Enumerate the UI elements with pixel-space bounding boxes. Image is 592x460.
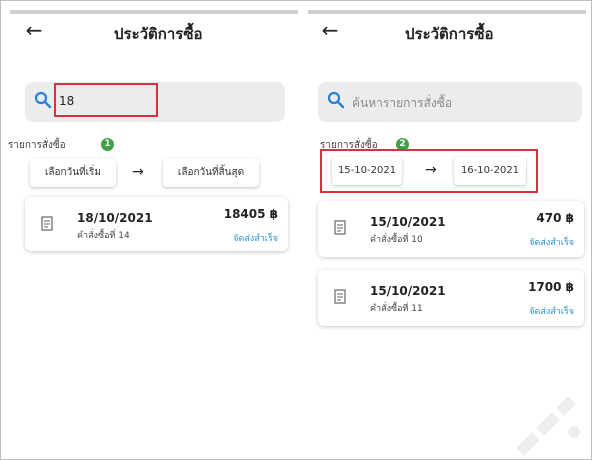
receipt-icon (334, 289, 346, 304)
arrow-right-icon: → (425, 162, 437, 178)
order-amount: 470 ฿ (536, 211, 574, 225)
search-icon (327, 91, 345, 109)
search-highlight-box (54, 83, 158, 117)
end-date-button[interactable]: 16-10-2021 (454, 157, 526, 185)
orders-label: รายการสั่งซื้อ (8, 140, 66, 151)
left-screen: ← ประวัติการซื้อ 18 รายการสั่งซื้อ 1 เลื… (0, 0, 298, 460)
page-title: ประวัติการซื้อ (405, 25, 494, 43)
order-card[interactable]: 18/10/2021 คำสั่งซื้อที่ 14 18405 ฿ จัดส… (25, 197, 288, 251)
order-number: คำสั่งซื้อที่ 11 (370, 304, 423, 314)
receipt-icon (334, 220, 346, 235)
receipt-icon (41, 216, 53, 231)
back-arrow-icon[interactable]: ← (22, 18, 46, 42)
order-status: จัดส่งสำเร็จ (233, 234, 278, 244)
order-date: 18/10/2021 (77, 211, 153, 225)
start-date-button[interactable]: เลือกวันที่เริ่ม (30, 159, 116, 187)
arrow-right-icon: → (132, 164, 144, 180)
search-icon (34, 91, 52, 109)
order-amount: 18405 ฿ (223, 207, 278, 221)
order-number: คำสั่งซื้อที่ 14 (77, 231, 130, 241)
start-date-button[interactable]: 15-10-2021 (332, 157, 402, 185)
order-status: จัดส่งสำเร็จ (529, 238, 574, 248)
order-date: 15/10/2021 (370, 215, 446, 229)
order-card[interactable]: 15/10/2021 คำสั่งซื้อที่ 10 470 ฿ จัดส่ง… (318, 201, 584, 257)
back-arrow-icon[interactable]: ← (318, 18, 342, 42)
left-top-divider (10, 10, 298, 14)
right-top-divider (308, 10, 586, 14)
search-bar[interactable]: ค้นหารายการสั่งซื้อ (318, 82, 582, 122)
page-title: ประวัติการซื้อ (114, 25, 203, 43)
order-date: 15/10/2021 (370, 284, 446, 298)
orders-count-badge: 1 (101, 138, 114, 151)
watermark-graphic (516, 396, 580, 456)
order-status: จัดส่งสำเร็จ (529, 307, 574, 317)
search-input[interactable]: ค้นหารายการสั่งซื้อ (352, 94, 452, 113)
end-date-button[interactable]: เลือกวันที่สิ้นสุด (163, 159, 259, 187)
order-card[interactable]: 15/10/2021 คำสั่งซื้อที่ 11 1700 ฿ จัดส่… (318, 270, 584, 326)
order-amount: 1700 ฿ (528, 280, 574, 294)
order-number: คำสั่งซื้อที่ 10 (370, 235, 423, 245)
